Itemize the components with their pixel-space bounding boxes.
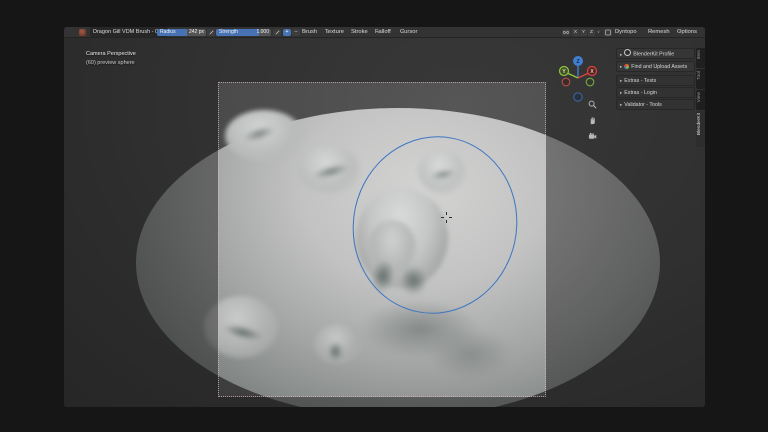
gizmo-y-neg-axis[interactable] [586,78,594,86]
dyntopo-checkbox-icon[interactable] [604,29,612,36]
chevron-down-icon: ∨ [650,27,653,37]
remove-brush-button[interactable]: − [292,29,300,36]
blenderkit-logo-icon [624,64,629,69]
radius-pressure-button[interactable] [207,29,215,36]
strength-value: 1.000 [256,29,269,36]
gizmo-x-neg-axis[interactable] [562,78,570,86]
chevron-down-icon: ∨ [679,27,682,37]
gizmo-z-neg-axis[interactable] [574,93,582,101]
radius-slider[interactable]: Radius 242 px [157,29,206,36]
sidebar-tab-item[interactable]: Item [696,48,705,68]
navigation-gizmo[interactable]: Z Y X [556,52,600,106]
sculpt-toolbar: Dragon Gill VDM Brush - 01 Radius 242 px… [64,27,705,38]
viewport-view-name: Camera Perspective [86,51,136,57]
passepartout-top [64,38,705,82]
brush-thumbnail-icon[interactable] [79,29,86,36]
chevron-down-icon: ∨ [402,27,405,37]
pen-icon [209,30,214,35]
profile-icon [624,49,631,56]
panel-expand-icon: ▸ [620,78,622,83]
chevron-down-icon: ∨ [597,27,600,37]
sidebar-tab-tool[interactable]: Tool [696,69,705,89]
chevron-down-icon: ∨ [327,27,330,37]
desktop-background: Dragon Gill VDM Brush - 01 Radius 242 px… [0,0,768,432]
passepartout-right [546,82,705,397]
chevron-down-icon: ∨ [617,27,620,37]
svg-text:Z: Z [576,59,579,65]
chevron-down-icon: ∨ [353,27,356,37]
strength-label: Strength [219,29,238,36]
panel-expand-icon: ▸ [620,52,622,57]
pan-hand-icon[interactable] [588,116,597,125]
add-brush-button[interactable]: + [283,29,291,36]
pen-icon [275,30,280,35]
camera-view-icon[interactable] [588,132,597,141]
blender-window: Dragon Gill VDM Brush - 01 Radius 242 px… [64,27,705,407]
panel-find-upload-assets[interactable]: ▸Find and Upload Assets [616,61,695,72]
cursor-crosshair-icon [441,212,452,223]
panel-expand-icon: ▸ [620,64,622,69]
passepartout-left [64,82,218,397]
zoom-icon[interactable] [588,100,597,109]
strength-slider[interactable]: Strength 1.000 [216,29,271,36]
radius-label: Radius [160,29,176,36]
chevron-down-icon: ∨ [377,27,380,37]
panel-blenderkit-profile[interactable]: ▸BlenderKit Profile [616,48,695,59]
symmetry-y-toggle[interactable]: Y [580,29,587,36]
chevron-down-icon: ∨ [304,27,307,37]
3d-viewport[interactable]: Camera Perspective (60) preview sphere Z… [64,38,705,407]
radius-value: 242 px [189,29,204,36]
panel-extras-tests[interactable]: ▸Extras - Tests [616,75,695,86]
symmetry-z-toggle[interactable]: Z [588,29,595,36]
viewport-object-name: (60) preview sphere [86,60,135,66]
strength-pressure-button[interactable] [273,29,281,36]
passepartout-bottom [64,397,705,407]
panel-extras-login[interactable]: ▸Extras - Login [616,87,695,98]
sidebar-tab-view[interactable]: View [696,90,705,110]
sidebar-tab-blenderkit[interactable]: BlenderKit [696,111,705,147]
panel-expand-icon: ▸ [620,102,622,107]
panel-validator-tools[interactable]: ▸Validator - Tools [616,99,695,110]
symmetry-mirror-icon[interactable] [562,29,570,36]
symmetry-x-toggle[interactable]: X [572,29,579,36]
panel-expand-icon: ▸ [620,90,622,95]
